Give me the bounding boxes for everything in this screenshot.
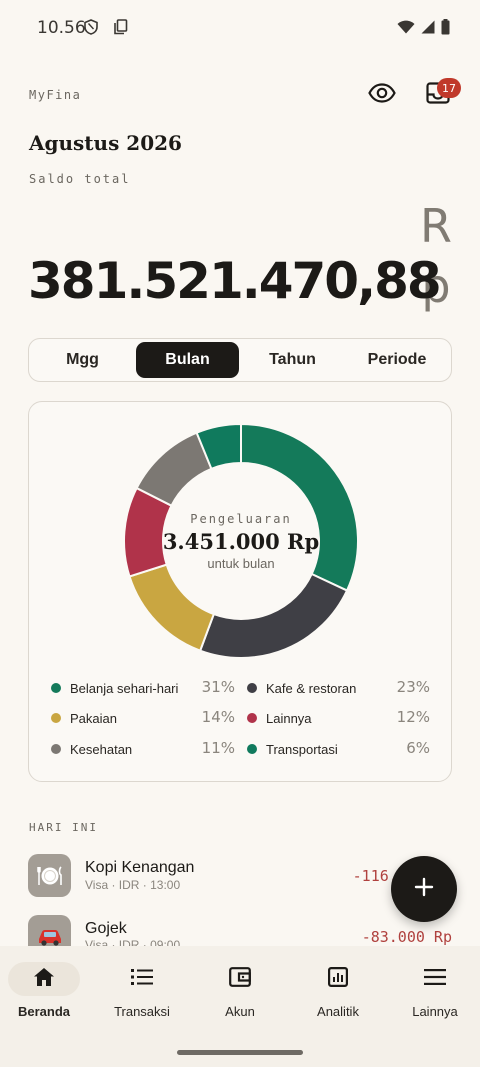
donut-slice-pakaian[interactable] (128, 563, 216, 652)
transaction-title: Kopi Kenangan (85, 859, 195, 876)
legend-item: Pakaian (51, 708, 117, 728)
nav-label: Transaksi (114, 1004, 170, 1019)
legend-percent: 31% (201, 678, 235, 696)
legend-item: Transportasi (247, 739, 338, 759)
expense-chart-card: Pengeluaran 3.451.000 Rp untuk bulan Bel… (28, 401, 452, 782)
nav-label: Lainnya (412, 1004, 458, 1019)
nav-icon-container (8, 962, 80, 996)
add-transaction-button[interactable] (391, 856, 457, 922)
legend-label: Belanja sehari-hari (70, 680, 179, 696)
transaction-title: Gojek (85, 920, 127, 937)
tab-year[interactable]: Tahun (242, 342, 343, 378)
chart-center-value: 3.451.000 Rp (162, 529, 320, 554)
section-today-label: HARI INI (29, 821, 98, 834)
legend-percent: 6% (406, 739, 430, 757)
legend-label: Kesehatan (70, 741, 133, 757)
legend-label: Lainnya (266, 710, 312, 726)
nav-icon-container (302, 962, 374, 996)
app-name: MyFina (29, 88, 82, 102)
legend-label: Kafe & restoran (266, 680, 357, 696)
status-bar: 10.56 (0, 0, 480, 58)
legend-item: Kafe & restoran (247, 678, 356, 698)
nav-item-transaksi[interactable]: Transaksi (94, 962, 190, 1026)
nav-label: Akun (225, 1004, 255, 1019)
legend-item: Belanja sehari-hari (51, 678, 178, 698)
toggle-visibility-button[interactable] (364, 78, 400, 112)
transaction-subtitle: Visa · IDR · 13:00 (85, 878, 181, 892)
legend-percent: 14% (201, 708, 235, 726)
plus-icon (414, 877, 434, 902)
chart-center-label: Pengeluaran (190, 512, 292, 526)
nav-icon-container (204, 962, 276, 996)
nav-item-beranda[interactable]: Beranda (0, 962, 92, 1026)
transaction-amount: -83.000 Rp (361, 928, 452, 946)
period-selector: Mgg Bulan Tahun Periode (28, 338, 452, 382)
legend-percent: 11% (201, 739, 235, 757)
wifi-icon (397, 20, 415, 39)
chart-icon (328, 966, 348, 992)
wallet-icon (229, 966, 251, 992)
legend-percent: 12% (396, 708, 430, 726)
battery-icon (441, 19, 450, 40)
total-balance: 381.521.470,88 (28, 252, 442, 310)
legend-dot (51, 744, 61, 754)
legend-percent: 23% (396, 678, 430, 696)
chart-center-sub: untuk bulan (207, 556, 275, 571)
month-title: Agustus 2026 (29, 131, 182, 155)
legend-item: Lainnya (247, 708, 312, 728)
home-icon (33, 967, 55, 992)
legend-label: Transportasi (266, 741, 338, 757)
eye-icon (368, 82, 396, 108)
legend-item: Kesehatan (51, 739, 132, 759)
nav-icon-container (399, 962, 471, 996)
list-icon (131, 968, 153, 991)
tab-period[interactable]: Periode (346, 342, 448, 378)
bottom-navigation: Beranda Transaksi Akun Analitik Lainnya (0, 946, 480, 1067)
nav-item-akun[interactable]: Akun (192, 962, 288, 1026)
legend-label: Pakaian (70, 710, 117, 726)
donut-slice-kafe-restoran[interactable] (198, 572, 349, 659)
legend-dot (51, 713, 61, 723)
legend-dot (247, 713, 257, 723)
shield-icon (84, 19, 98, 40)
nav-icon-container (106, 962, 178, 996)
status-time: 10.56 (37, 18, 86, 38)
nav-item-analitik[interactable]: Analitik (290, 962, 386, 1026)
legend-dot (51, 683, 61, 693)
home-indicator (177, 1050, 303, 1055)
tab-week[interactable]: Mgg (32, 342, 133, 378)
menu-icon (424, 968, 446, 990)
saldo-label: Saldo total (29, 172, 131, 186)
copy-icon (114, 19, 128, 40)
legend-dot (247, 683, 257, 693)
signal-icon (421, 20, 435, 39)
plate-icon (28, 854, 71, 897)
nav-label: Analitik (317, 1004, 359, 1019)
legend-dot (247, 744, 257, 754)
nav-item-lainnya[interactable]: Lainnya (387, 962, 480, 1026)
inbox-badge: 17 (437, 78, 461, 98)
tab-month[interactable]: Bulan (136, 342, 239, 378)
nav-label: Beranda (17, 1004, 71, 1019)
